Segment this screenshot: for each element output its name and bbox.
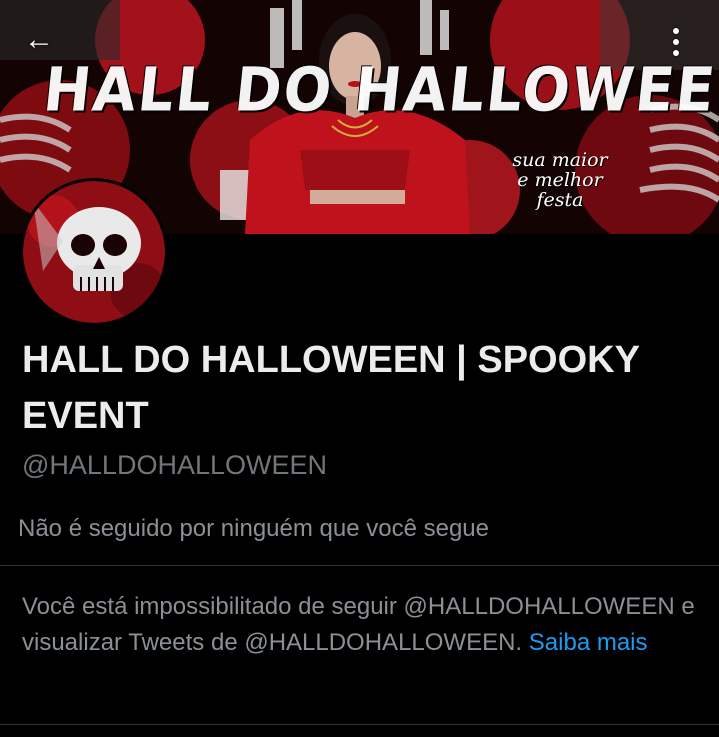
banner-tagline-line: festa (536, 189, 584, 211)
divider (0, 565, 719, 566)
profile-handle: @HALLDOHALLOWEEN (22, 450, 327, 480)
profile-display-name: HALL DO HALLOWEEN | SPOOKY EVENT (22, 339, 640, 437)
avatar[interactable] (20, 178, 168, 326)
blocked-notice: Você está impossibilitado de seguir @HAL… (22, 589, 702, 661)
skull-avatar-image (23, 181, 165, 323)
banner-tagline: sua maior e melhor festa (500, 150, 620, 210)
more-options-button[interactable] (656, 18, 696, 66)
banner-tagline-line: e melhor (517, 169, 603, 191)
profile-screen: HALL DO HALLOWEEN sua maior e melhor fes… (0, 0, 719, 737)
banner-tagline-line: sua maior (512, 149, 608, 171)
banner-title-art: HALL DO HALLOWEEN (40, 55, 719, 126)
more-vertical-icon (673, 28, 679, 56)
followers-you-know-note: Não é seguido por ninguém que você segue (18, 515, 489, 542)
learn-more-link[interactable]: Saiba mais (529, 629, 648, 656)
back-button[interactable]: ← (10, 16, 68, 64)
arrow-left-icon: ← (24, 23, 54, 56)
divider (0, 724, 719, 725)
